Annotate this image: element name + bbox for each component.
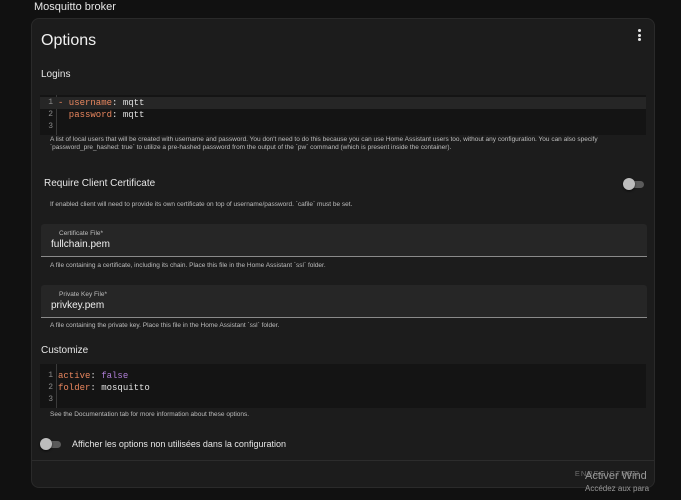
code-line: 3 — [48, 395, 53, 404]
code-line: 2 password: mqtt — [48, 110, 145, 120]
customize-yaml-editor[interactable]: 1 active: false 2 folder: mosquitto 3 — [40, 364, 646, 408]
logins-description: A list of local users that will be creat… — [50, 136, 598, 151]
certfile-description: A file containing a certificate, includi… — [50, 262, 326, 269]
addon-name: Mosquitto broker — [34, 1, 116, 13]
card-divider — [32, 460, 654, 461]
certfile-label: Certificate File* — [59, 230, 104, 237]
windows-activation-watermark: Activer Wind Accédez aux para — [585, 470, 650, 493]
customize-title: Customize — [41, 345, 89, 356]
require-cert-toggle[interactable] — [623, 178, 645, 190]
options-card: Options Logins 1 - username: mqtt 2 pass… — [31, 18, 655, 488]
require-cert-description: If enabled client will need to provide i… — [50, 201, 353, 208]
logins-yaml-editor[interactable]: 1 - username: mqtt 2 password: mqtt 3 — [40, 95, 646, 135]
code-line: 2 folder: mosquitto — [48, 383, 150, 393]
code-line: 1 active: false — [48, 371, 129, 381]
keyfile-field[interactable]: Private Key File* privkey.pem — [41, 285, 647, 318]
require-cert-label: Require Client Certificate — [44, 178, 156, 189]
keyfile-value: privkey.pem — [51, 300, 105, 311]
keyfile-description: A file containing the private key. Place… — [50, 322, 280, 329]
keyfile-label: Private Key File* — [59, 291, 108, 298]
certfile-value: fullchain.pem — [51, 239, 110, 250]
certfile-field[interactable]: Certificate File* fullchain.pem — [41, 224, 647, 257]
code-line: 1 - username: mqtt — [40, 97, 646, 109]
card-title: Options — [41, 32, 97, 49]
customize-description: See the Documentation tab for more infor… — [50, 411, 250, 418]
kebab-menu-icon[interactable] — [634, 28, 644, 42]
show-unused-toggle[interactable] — [40, 438, 62, 450]
logins-title: Logins — [41, 69, 71, 80]
code-line: 3 — [48, 122, 53, 131]
show-unused-label: Afficher les options non utilisées dans … — [72, 439, 286, 449]
